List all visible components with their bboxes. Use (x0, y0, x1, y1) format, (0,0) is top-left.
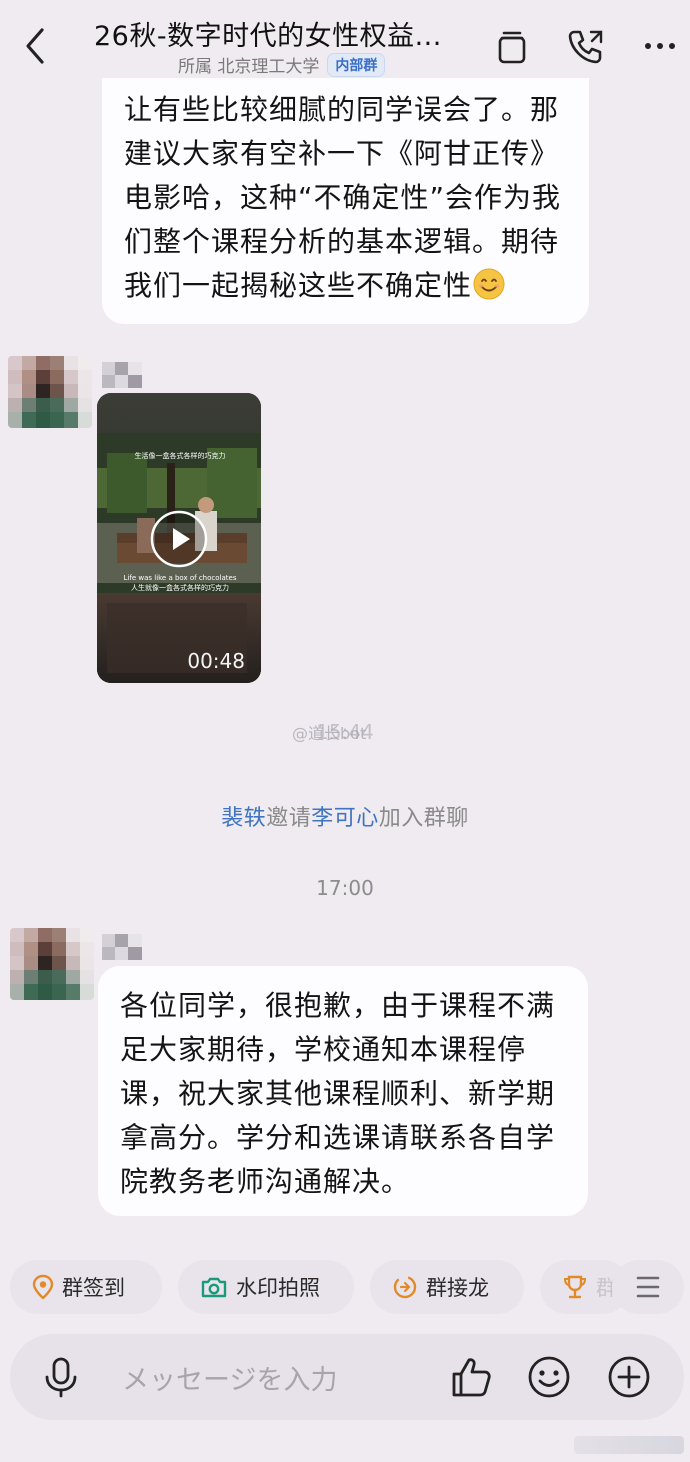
group-org-label: 所属 北京理工大学 内部群 (178, 52, 386, 77)
camera-icon (201, 1277, 227, 1298)
video-message[interactable]: 生活像一盒各式各样的巧克力 Life was like a box of cho… (97, 393, 261, 683)
timestamp: 17:00 (316, 876, 374, 900)
group-files-icon[interactable] (490, 24, 534, 68)
more-actions-button[interactable] (612, 1260, 684, 1314)
back-arrow-icon[interactable] (18, 24, 52, 68)
message-line-last: 我们一起揭秘这些不确定性 (124, 264, 567, 308)
message-composer: メッセージを入力 (10, 1334, 684, 1420)
message-line: 拿高分。学分和选课请联系各自学 (120, 1121, 556, 1154)
video-duration: 00:48 (187, 649, 245, 673)
more-options-icon[interactable] (638, 24, 682, 68)
location-pin-icon (32, 1274, 54, 1300)
chip-label: 群接龙 (426, 1276, 489, 1300)
smile-emoji-icon (473, 268, 505, 300)
video-subtitle-zh: 人生就像一盒各式各样的巧克力 (131, 584, 229, 592)
system-notice: 裴轶邀请李可心加入群聊 (0, 800, 690, 832)
watermark-camera-button[interactable]: 水印拍照 (178, 1260, 354, 1314)
message-line: 让有些比较细腻的同学误会了。那 (124, 93, 560, 126)
sender-avatar[interactable] (10, 928, 94, 1000)
message-line: 电影哈，这种“不确定性”会作为我 (124, 181, 562, 214)
message-line: 们整个课程分析的基本逻辑。期待 (124, 225, 560, 258)
message-line: 课，祝大家其他课程顺利、新学期 (120, 1077, 556, 1110)
chip-label: 群签到 (62, 1276, 125, 1300)
message-line: 我们一起揭秘这些不确定性 (124, 269, 473, 302)
chat-title[interactable]: 26秋-数字时代的女性权益... (94, 14, 442, 53)
message-line: 各位同学，很抱歉，由于课程不满 (120, 989, 556, 1022)
video-caption-top: 生活像一盒各式各样的巧克力 (134, 452, 226, 460)
chip-label: 水印拍照 (236, 1276, 320, 1300)
message-line: 足大家期待，学校通知本课程停 (120, 1033, 527, 1066)
org-name: 所属 北京理工大学 (178, 57, 320, 77)
inviter-name-link[interactable]: 裴轶 (221, 806, 266, 831)
play-icon[interactable] (150, 510, 208, 568)
message-line: 建议大家有空补一下《阿甘正传》 (124, 137, 560, 170)
internal-group-badge: 内部群 (327, 52, 386, 77)
sender-name-blurred (102, 934, 142, 960)
trophy-icon (563, 1275, 587, 1299)
corner-watermark (574, 1436, 684, 1454)
group-relay-button[interactable]: 群接龙 (370, 1260, 524, 1314)
invitee-name-link[interactable]: 李可心 (311, 806, 379, 831)
microphone-icon[interactable] (38, 1354, 84, 1400)
sender-name-blurred (102, 362, 142, 388)
voice-call-icon[interactable] (564, 24, 608, 68)
video-subtitle-en: Life was like a box of chocolates (123, 574, 237, 582)
weibo-watermark: @道长bot (292, 724, 367, 743)
system-verb: 邀请 (266, 806, 312, 831)
message-line: 院教务老师沟通解决。 (120, 1165, 411, 1198)
system-suffix: 加入群聊 (378, 806, 469, 831)
message-input[interactable]: メッセージを入力 (122, 1358, 337, 1397)
video-subtitles: Life was like a box of chocolates 人生就像一盒… (105, 573, 255, 593)
plus-icon[interactable] (606, 1354, 652, 1400)
emoji-icon[interactable] (526, 1354, 572, 1400)
message-bubble-previous[interactable]: 让有些比较细腻的同学误会了。那 建议大家有空补一下《阿甘正传》 电影哈，这种“不… (102, 78, 589, 324)
group-checkin-button[interactable]: 群签到 (10, 1260, 162, 1314)
thumbs-up-icon[interactable] (448, 1354, 494, 1400)
message-bubble-announcement[interactable]: 各位同学，很抱歉，由于课程不满 足大家期待，学校通知本课程停 课，祝大家其他课程… (98, 966, 588, 1216)
sender-avatar[interactable] (8, 356, 92, 428)
relay-icon (393, 1275, 417, 1299)
menu-icon (636, 1276, 660, 1298)
